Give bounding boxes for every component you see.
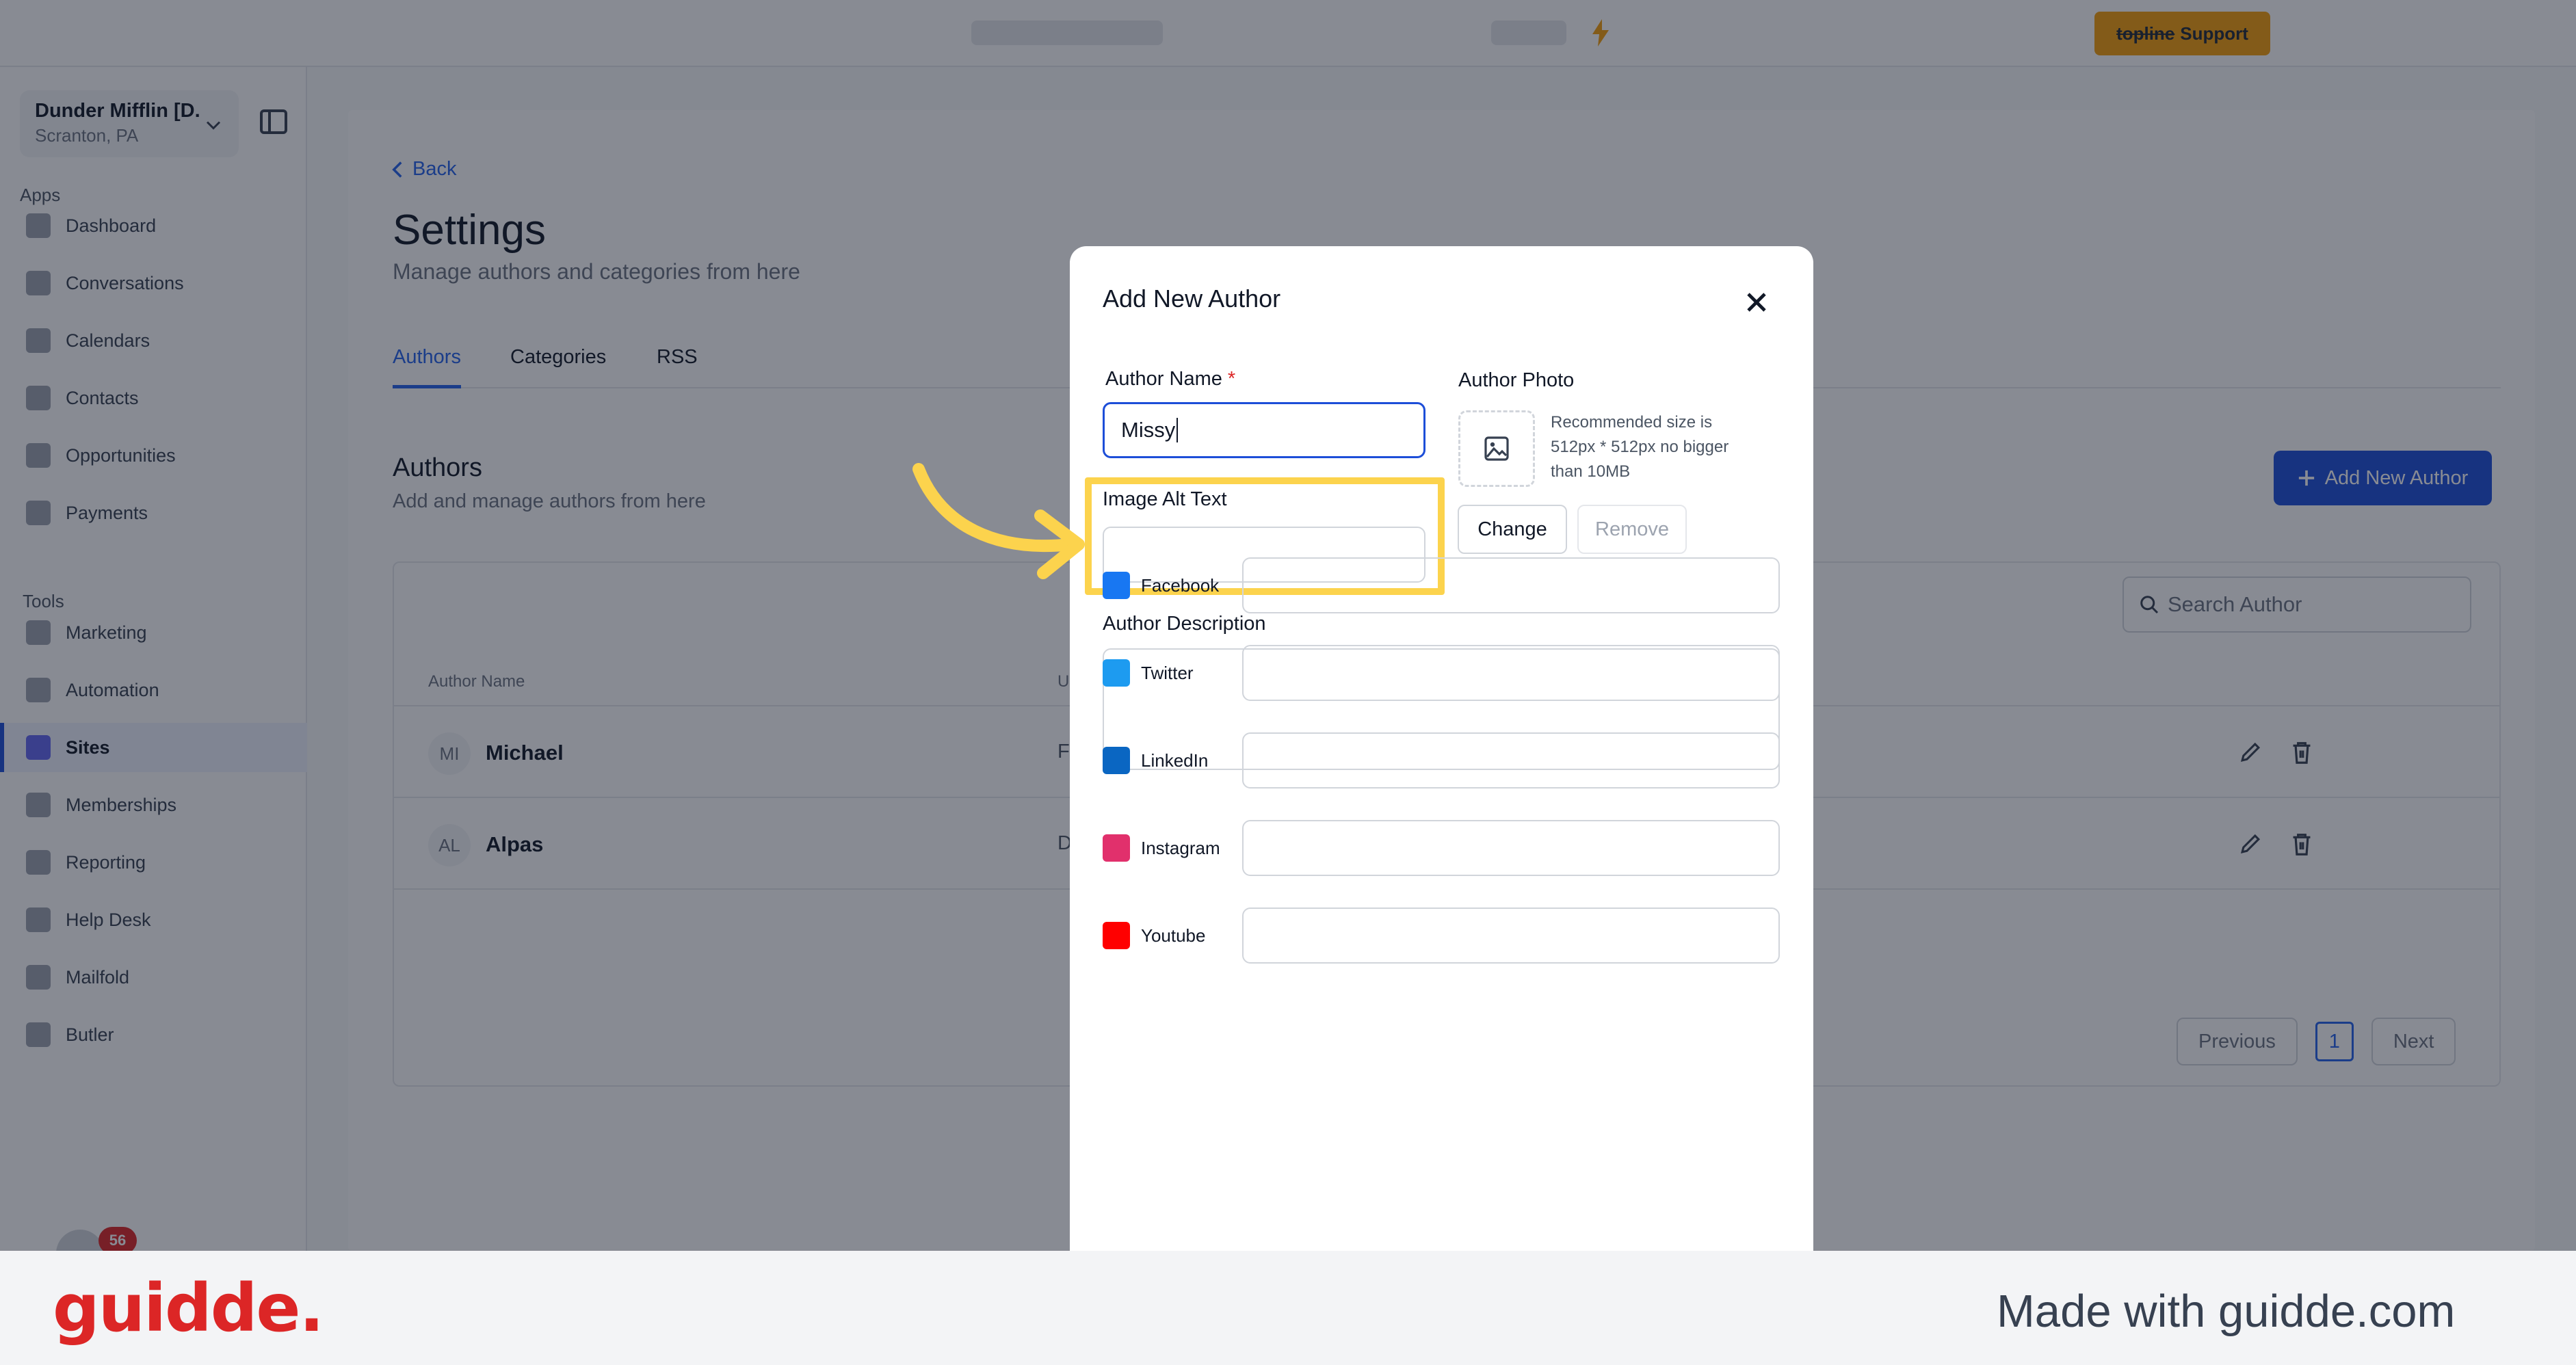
instagram-icon: [1103, 834, 1130, 862]
instagram-label: Instagram: [1141, 838, 1220, 858]
text-caret: [1177, 418, 1179, 442]
image-icon: [1484, 436, 1509, 461]
instagram-url-input[interactable]: [1242, 820, 1780, 876]
youtube-row: Youtube: [1103, 907, 1780, 964]
photo-size-hint: Recommended size is 512px * 512px no big…: [1551, 413, 1729, 481]
author-name-value: Missy: [1121, 418, 1176, 442]
author-name-label-text: Author Name: [1105, 368, 1222, 390]
required-mark: *: [1227, 368, 1236, 390]
facebook-row: Facebook: [1103, 557, 1780, 613]
change-photo-button[interactable]: Change: [1458, 505, 1567, 554]
author-name-label: Author Name *: [1105, 368, 1235, 390]
facebook-url-input[interactable]: [1242, 557, 1780, 613]
twitter-url-input[interactable]: [1242, 645, 1780, 701]
facebook-icon: [1103, 572, 1130, 599]
linkedin-url-input[interactable]: [1242, 732, 1780, 788]
linkedin-row: LinkedIn: [1103, 732, 1780, 788]
facebook-label: Facebook: [1141, 575, 1220, 596]
youtube-label: Youtube: [1141, 925, 1206, 946]
guidde-logo: guidde.: [53, 1270, 324, 1347]
modal-title: Add New Author: [1103, 284, 1281, 313]
author-name-input[interactable]: Missy: [1103, 402, 1425, 458]
twitter-label: Twitter: [1141, 663, 1194, 683]
close-icon[interactable]: [1743, 289, 1770, 316]
author-photo-label: Author Photo: [1458, 369, 1575, 391]
instagram-row: Instagram: [1103, 820, 1780, 876]
youtube-icon: [1103, 922, 1130, 949]
twitter-icon: [1103, 659, 1130, 687]
youtube-url-input[interactable]: [1242, 907, 1780, 964]
footer: guidde. Made with guidde.com: [0, 1251, 2576, 1365]
image-alt-text-label: Image Alt Text: [1103, 488, 1227, 510]
add-new-author-modal: Add New Author Author Name * Missy Author…: [1070, 246, 1813, 1251]
linkedin-icon: [1103, 747, 1130, 774]
twitter-row: Twitter: [1103, 645, 1780, 701]
photo-upload-box[interactable]: [1458, 410, 1535, 487]
pointer-arrow-icon: [912, 463, 1085, 579]
linkedin-label: LinkedIn: [1141, 750, 1209, 771]
remove-photo-button[interactable]: Remove: [1577, 505, 1687, 554]
author-description-label: Author Description: [1103, 613, 1266, 635]
app-screen: topline Support Dunder Mifflin [D... Scr…: [0, 0, 2576, 1251]
footer-tagline: Made with guidde.com: [1997, 1286, 2456, 1337]
